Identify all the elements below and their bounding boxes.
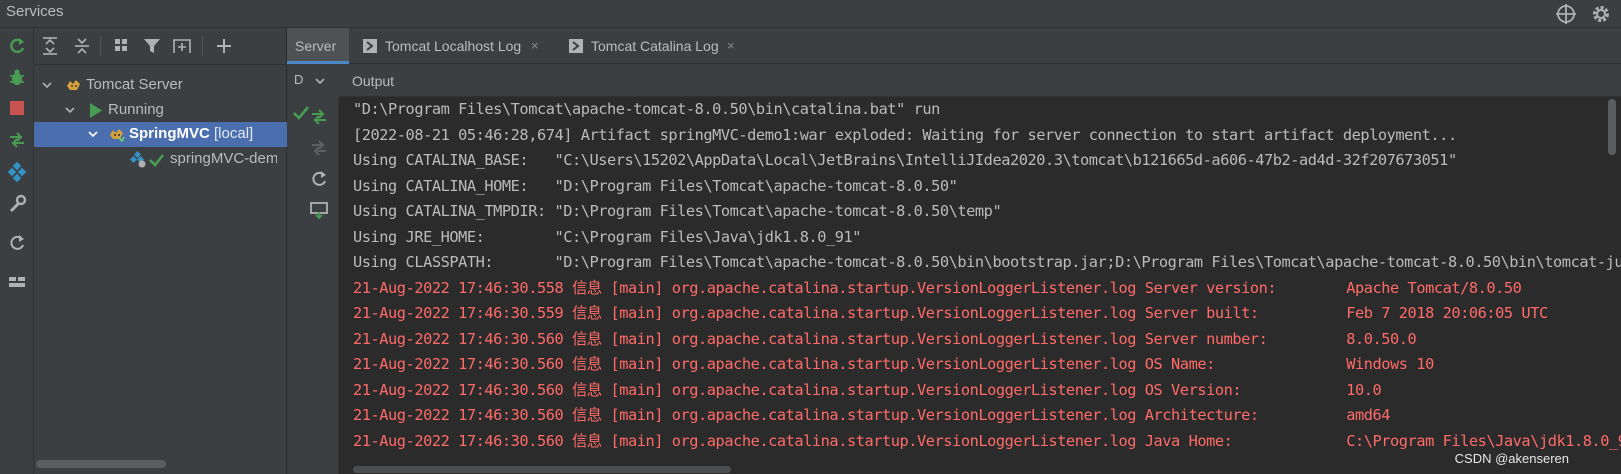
chevron-down-icon[interactable] <box>63 103 77 117</box>
tab-label: Server <box>295 38 337 54</box>
deploy-icon[interactable] <box>309 107 329 127</box>
tree-node-label: SpringMVC <box>129 125 210 142</box>
tab-tomcat-localhost-log[interactable]: Tomcat Localhost Log × <box>357 28 547 64</box>
output-header: Output <box>339 64 1621 97</box>
close-icon[interactable]: × <box>531 38 539 53</box>
stop-icon[interactable] <box>7 98 27 118</box>
deploy-icon[interactable] <box>7 130 27 150</box>
add-service-icon[interactable] <box>214 36 234 56</box>
console-icon <box>363 39 377 53</box>
tomcat-icon <box>67 80 80 90</box>
console-line: Using CATALINA_HOME: "D:\Program Files\T… <box>353 176 958 195</box>
toolbar-separator <box>202 36 203 56</box>
console-output[interactable]: "D:\Program Files\Tomcat\apache-tomcat-8… <box>339 97 1621 474</box>
title-bar: Services <box>0 0 1621 28</box>
checkmark-icon <box>149 154 165 167</box>
tab-label: Tomcat Catalina Log <box>591 38 719 54</box>
crosshair-icon[interactable] <box>1555 3 1577 25</box>
new-group-icon[interactable] <box>172 36 192 56</box>
tomcat-icon <box>110 129 125 143</box>
group-by-icon[interactable] <box>112 36 132 56</box>
tree-node-tomcat-server[interactable]: Tomcat Server <box>34 73 287 98</box>
tab-bar: Server Tomcat Localhost Log × Tomcat Cat… <box>287 28 1621 64</box>
tree-node-artifact[interactable]: springMVC-demo1:war exploded <box>34 147 277 172</box>
deployment-label: D <box>294 72 304 87</box>
console-line: 21-Aug-2022 17:46:30.560 信息 [main] org.a… <box>353 380 1382 399</box>
expand-all-icon[interactable] <box>40 36 60 56</box>
tree-node-label: Tomcat Server <box>86 76 183 93</box>
tree-horizontal-scrollbar[interactable] <box>36 460 166 468</box>
console-line: 21-Aug-2022 17:46:30.560 信息 [main] org.a… <box>353 406 1391 424</box>
tree-node-label: springMVC-demo1:war exploded <box>170 150 277 167</box>
left-toolbar <box>0 28 34 474</box>
update-icon[interactable] <box>309 169 329 189</box>
tree-node-label: Running <box>108 101 164 118</box>
tab-server[interactable]: Server <box>287 28 349 64</box>
output-label: Output <box>352 73 395 89</box>
tree-toolbar <box>34 28 287 65</box>
tab-tomcat-catalina-log[interactable]: Tomcat Catalina Log × <box>563 28 753 64</box>
chevron-down-icon[interactable] <box>313 74 327 88</box>
chevron-down-icon[interactable] <box>86 127 100 141</box>
undeploy-icon[interactable] <box>309 138 329 158</box>
toolbar-separator <box>100 36 101 56</box>
console-icon <box>569 39 583 53</box>
checkmark-icon <box>293 106 310 120</box>
window-title: Services <box>6 3 64 20</box>
console-line: 21-Aug-2022 17:46:30.560 信息 [main] org.a… <box>353 431 1621 450</box>
deployment-actions <box>287 97 339 474</box>
gear-icon[interactable] <box>1590 3 1612 25</box>
console-line: 21-Aug-2022 17:46:30.559 信息 [main] org.a… <box>353 304 1548 322</box>
rerun-icon[interactable] <box>7 36 27 56</box>
watermark: CSDN @akenseren <box>1454 451 1569 466</box>
open-browser-icon[interactable] <box>309 200 329 220</box>
tree-node-suffix: [local] <box>209 125 254 142</box>
artifacts-icon[interactable] <box>7 162 27 182</box>
layout-icon[interactable] <box>7 272 27 292</box>
artifact-icon <box>130 151 146 168</box>
console-line: 21-Aug-2022 17:46:30.560 信息 [main] org.a… <box>353 329 1417 348</box>
console-line: "D:\Program Files\Tomcat\apache-tomcat-8… <box>353 100 940 118</box>
services-tree-pane: Tomcat Server Running SpringMVC [local] <box>34 28 287 474</box>
deployment-selector[interactable]: D <box>287 64 339 97</box>
console-vertical-scrollbar[interactable] <box>1608 99 1616 155</box>
tree-node-springmvc[interactable]: SpringMVC [local] <box>34 122 287 147</box>
console-line: Using CATALINA_BASE: "C:\Users\15202\App… <box>353 151 1457 169</box>
close-icon[interactable]: × <box>727 38 735 53</box>
collapse-all-icon[interactable] <box>72 36 92 56</box>
refresh-icon[interactable] <box>7 233 27 253</box>
wrench-icon[interactable] <box>7 194 27 214</box>
tree-node-running[interactable]: Running <box>34 98 287 123</box>
run-icon <box>90 103 102 118</box>
chevron-down-icon[interactable] <box>40 78 54 92</box>
console-line: [2022-08-21 05:46:28,674] Artifact sprin… <box>353 125 1457 144</box>
console-line: Using JRE_HOME: "C:\Program Files\Java\j… <box>353 227 862 246</box>
console-line: 21-Aug-2022 17:46:30.558 信息 [main] org.a… <box>353 278 1522 297</box>
console-line: Using CATALINA_TMPDIR: "D:\Program Files… <box>353 202 1002 220</box>
console-line: Using CLASSPATH: "D:\Program Files\Tomca… <box>353 253 1621 271</box>
tab-label: Tomcat Localhost Log <box>385 38 522 54</box>
console-horizontal-scrollbar[interactable] <box>353 466 731 473</box>
filter-icon[interactable] <box>142 36 162 56</box>
console-line: 21-Aug-2022 17:46:30.560 信息 [main] org.a… <box>353 355 1434 373</box>
debug-icon[interactable] <box>7 68 27 88</box>
